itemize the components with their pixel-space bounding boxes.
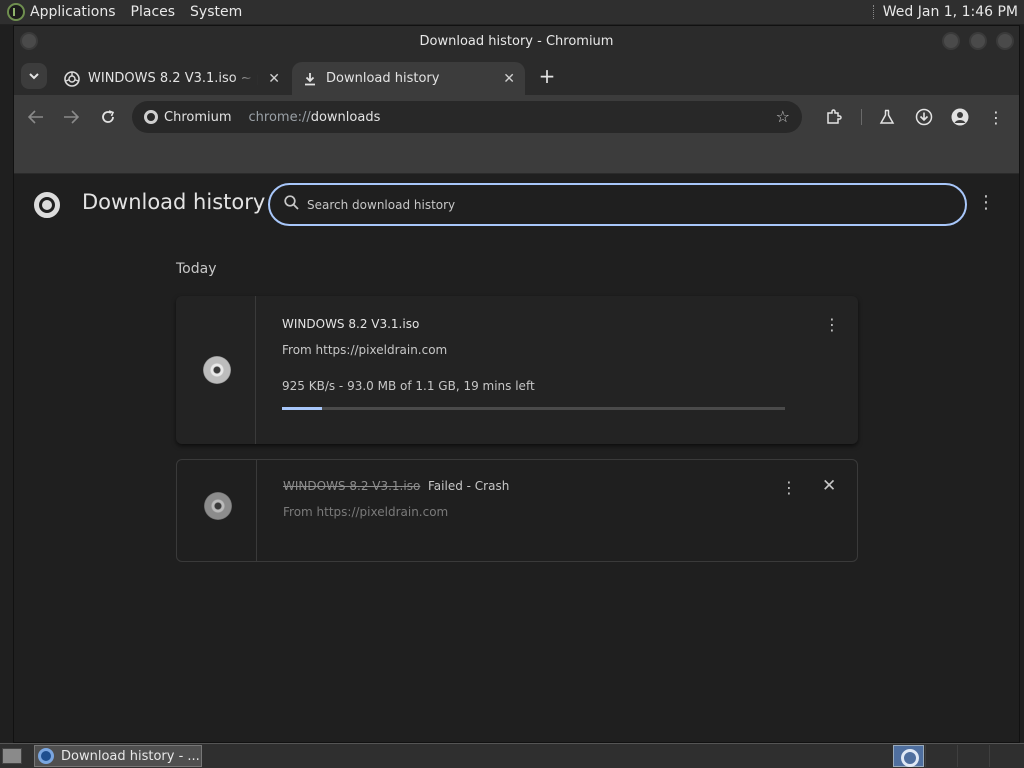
profile-avatar-icon[interactable]: [948, 105, 972, 129]
item-more-menu-icon[interactable]: ⋮: [824, 315, 840, 334]
new-tab-button[interactable]: +: [534, 62, 560, 90]
source-url[interactable]: From https://pixeldrain.com: [282, 343, 447, 357]
system-menu[interactable]: System: [190, 4, 242, 20]
bookmark-bar: [14, 139, 1019, 174]
window-titlebar[interactable]: Download history - Chromium: [14, 26, 1019, 57]
disc-file-icon: [203, 356, 231, 384]
maximize-button[interactable]: [969, 32, 987, 50]
download-status: 925 KB/s - 93.0 MB of 1.1 GB, 19 mins le…: [282, 379, 535, 393]
search-icon: [284, 195, 299, 214]
downloads-page: Download history ⋮ Today WINDOWS 8.2 V3.…: [14, 174, 1019, 742]
chromium-icon: [144, 110, 158, 124]
desktop-top-panel: Applications Places System Wed Jan 1, 1:…: [0, 0, 1024, 25]
downloads-icon[interactable]: [912, 105, 936, 129]
url-path: downloads: [310, 109, 381, 125]
date-section-heading: Today: [176, 261, 217, 277]
arrow-left-icon: [28, 110, 43, 124]
disc-file-icon: [204, 492, 232, 520]
desktop-taskbar: Download history - ...: [0, 743, 1024, 768]
window-menu-button[interactable]: [20, 32, 38, 50]
taskbar-window-button[interactable]: Download history - ...: [34, 745, 202, 767]
bookmark-star-icon[interactable]: ☆: [776, 107, 790, 126]
reload-button[interactable]: [96, 105, 120, 129]
source-url[interactable]: From https://pixeldrain.com: [283, 505, 448, 519]
workspace-switcher-cell[interactable]: [925, 745, 956, 767]
workspace-switcher-cell[interactable]: [957, 745, 988, 767]
tab-label: Download history: [326, 71, 440, 86]
progress-fill: [282, 407, 323, 410]
arrow-right-icon: [64, 110, 79, 124]
workspace-switcher-cell[interactable]: [989, 745, 1020, 767]
search-input[interactable]: [307, 197, 907, 212]
url-text[interactable]: chrome://downloads: [249, 110, 381, 125]
site-chip-label: Chromium: [164, 109, 232, 125]
page-more-menu-icon[interactable]: ⋮: [977, 192, 995, 213]
file-icon-column: [177, 460, 257, 561]
download-icon: [302, 71, 318, 87]
panel-separator: [872, 5, 874, 19]
tab-label: WINDOWS 8.2 V3.1.iso ~ pixeldrain: [88, 71, 258, 86]
workspace-switcher-active[interactable]: [893, 745, 924, 767]
page-title: Download history: [82, 190, 266, 214]
download-item-active: WINDOWS 8.2 V3.1.iso From https://pixeld…: [176, 296, 858, 444]
close-window-button[interactable]: [996, 32, 1014, 50]
failed-status: Failed - Crash: [428, 479, 510, 493]
chevron-down-icon: [29, 72, 39, 79]
tab-download-history[interactable]: Download history ✕: [292, 62, 525, 95]
item-more-menu-icon[interactable]: ⋮: [781, 478, 797, 497]
taskbar-window-label: Download history - ...: [61, 748, 200, 764]
url-scheme: chrome://: [248, 109, 311, 125]
os-logo-icon[interactable]: [7, 3, 25, 21]
window-title: Download history - Chromium: [419, 34, 614, 49]
remove-item-close-icon[interactable]: ✕: [822, 476, 836, 496]
chromium-icon: [38, 748, 54, 764]
back-button[interactable]: [24, 105, 48, 129]
panel-clock[interactable]: Wed Jan 1, 1:46 PM: [883, 4, 1018, 20]
chromium-logo-icon: [34, 192, 60, 218]
address-bar[interactable]: Chromium chrome://downloads ☆: [132, 101, 802, 133]
site-info-chip[interactable]: Chromium: [144, 110, 232, 125]
tab-strip: WINDOWS 8.2 V3.1.iso ~ pixeldrain ✕ Down…: [14, 57, 1019, 95]
page-header: Download history ⋮: [14, 174, 1019, 232]
browser-window: Download history - Chromium WINDOWS 8.2 …: [13, 25, 1020, 743]
file-name-link[interactable]: WINDOWS 8.2 V3.1.iso: [283, 479, 420, 493]
file-icon-column: [176, 296, 256, 444]
tab-search-button[interactable]: [21, 63, 47, 89]
browser-toolbar: Chromium chrome://downloads ☆ ⋮: [14, 95, 1019, 139]
reload-icon: [102, 110, 115, 123]
labs-flask-icon[interactable]: [875, 105, 899, 129]
forward-button[interactable]: [59, 105, 83, 129]
close-tab-icon[interactable]: ✕: [268, 71, 280, 87]
pixeldrain-favicon-icon: [64, 70, 80, 87]
places-menu[interactable]: Places: [131, 4, 176, 20]
file-name-link[interactable]: WINDOWS 8.2 V3.1.iso: [282, 317, 419, 331]
tab-pixeldrain[interactable]: WINDOWS 8.2 V3.1.iso ~ pixeldrain ✕: [60, 62, 290, 95]
more-menu-icon[interactable]: ⋮: [984, 105, 1008, 129]
extensions-icon[interactable]: [822, 105, 846, 129]
applications-menu[interactable]: Applications: [30, 4, 116, 20]
minimize-button[interactable]: [942, 32, 960, 50]
download-item-failed: WINDOWS 8.2 V3.1.iso Failed - Crash From…: [176, 459, 858, 562]
toolbar-separator: [861, 109, 862, 125]
download-progress-bar: [282, 407, 785, 410]
close-tab-icon[interactable]: ✕: [503, 71, 515, 87]
show-desktop-icon[interactable]: [2, 748, 22, 764]
search-downloads-field[interactable]: [268, 183, 967, 226]
